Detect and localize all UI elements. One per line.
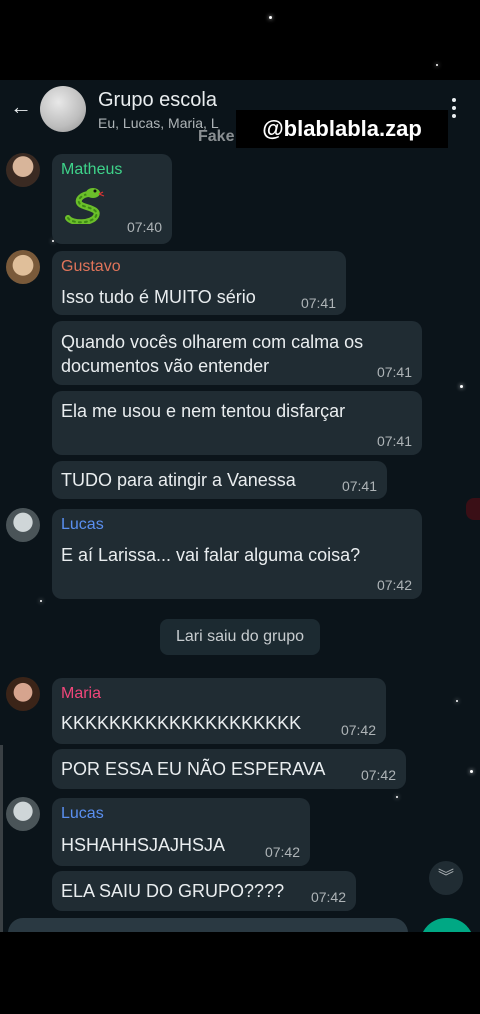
sparkle bbox=[396, 796, 398, 798]
message-time: 07:42 bbox=[340, 722, 376, 738]
message-time: 07:41 bbox=[341, 478, 377, 494]
sender-name: Maria bbox=[61, 685, 102, 702]
message-time: 07:42 bbox=[376, 577, 412, 593]
avatar[interactable] bbox=[6, 250, 40, 284]
message-text: HSHAHHSJAJHSJA bbox=[61, 835, 226, 855]
group-avatar[interactable] bbox=[40, 86, 86, 132]
message-text: documentos vão entender bbox=[61, 356, 270, 376]
overlay-text: Fake bbox=[198, 128, 235, 145]
message-time: 07:42 bbox=[360, 767, 396, 783]
system-message: Lari saiu do grupo bbox=[160, 619, 320, 655]
message-text: Quando vocês olharem com calma os bbox=[61, 332, 364, 352]
avatar[interactable] bbox=[6, 677, 40, 711]
sparkle bbox=[470, 770, 473, 773]
message-time: 07:41 bbox=[376, 364, 412, 380]
message-text: KKKKKKKKKKKKKKKKKKKK bbox=[61, 713, 302, 733]
message-text: POR ESSA EU NÃO ESPERAVA bbox=[61, 759, 326, 779]
sparkle bbox=[456, 700, 458, 702]
chat-screen: ← Grupo escola Eu, Lucas, Maria, L Fake … bbox=[0, 80, 480, 932]
sparkle bbox=[436, 64, 438, 66]
message-time: 07:42 bbox=[264, 844, 300, 860]
group-name[interactable]: Grupo escola bbox=[98, 89, 217, 112]
message-text: TUDO para atingir a Vanessa bbox=[61, 470, 296, 490]
edge-indicator bbox=[466, 498, 480, 520]
sender-name: Lucas bbox=[61, 516, 104, 533]
watermark: @blablabla.zap bbox=[236, 110, 448, 148]
message-bubble[interactable]: Lucas E aí Larissa... vai falar alguma c… bbox=[52, 509, 422, 599]
message-text: ELA SAIU DO GRUPO???? bbox=[61, 881, 285, 901]
video-bottom-band bbox=[0, 932, 480, 1014]
avatar[interactable] bbox=[6, 153, 40, 187]
message-text: Ela me usou e nem tentou disfarçar bbox=[61, 401, 346, 421]
message-time: 07:41 bbox=[300, 295, 336, 311]
message-input[interactable] bbox=[8, 918, 408, 932]
message-time: 07:40 bbox=[126, 219, 162, 235]
message-bubble[interactable]: Maria KKKKKKKKKKKKKKKKKKKK 07:42 bbox=[52, 678, 386, 744]
message-text: Isso tudo é MUITO sério bbox=[61, 287, 256, 307]
sender-name: Matheus bbox=[61, 161, 123, 178]
sparkle bbox=[40, 600, 42, 602]
message-bubble[interactable]: Ela me usou e nem tentou disfarçar 07:41 bbox=[52, 391, 422, 455]
avatar[interactable] bbox=[6, 508, 40, 542]
message-bubble[interactable]: Matheus 07:40 bbox=[52, 154, 172, 244]
divider bbox=[0, 745, 3, 932]
sparkle bbox=[269, 16, 272, 19]
message-time: 07:41 bbox=[376, 433, 412, 449]
message-time: 07:42 bbox=[310, 889, 346, 905]
chevron-double-down-icon[interactable]: ︾ bbox=[429, 861, 463, 895]
sender-name: Gustavo bbox=[61, 258, 121, 275]
message-bubble[interactable]: ELA SAIU DO GRUPO???? 07:42 bbox=[52, 871, 356, 911]
send-button[interactable] bbox=[420, 918, 474, 932]
avatar[interactable] bbox=[6, 797, 40, 831]
message-bubble[interactable]: Lucas HSHAHHSJAJHSJA 07:42 bbox=[52, 798, 310, 866]
more-vertical-icon[interactable] bbox=[448, 98, 460, 124]
snake-emoji bbox=[65, 188, 105, 224]
message-bubble[interactable]: TUDO para atingir a Vanessa 07:41 bbox=[52, 461, 387, 499]
message-bubble[interactable]: Gustavo Isso tudo é MUITO sério 07:41 bbox=[52, 251, 346, 315]
sparkle bbox=[460, 385, 463, 388]
video-top-band bbox=[0, 0, 480, 80]
message-bubble[interactable]: POR ESSA EU NÃO ESPERAVA 07:42 bbox=[52, 749, 406, 789]
message-bubble[interactable]: Quando vocês olharem com calma os docume… bbox=[52, 321, 422, 385]
message-text: E aí Larissa... vai falar alguma coisa? bbox=[61, 545, 361, 565]
chat-header: ← Grupo escola Eu, Lucas, Maria, L Fake … bbox=[0, 80, 480, 148]
sender-name: Lucas bbox=[61, 805, 104, 822]
arrow-left-icon[interactable]: ← bbox=[8, 94, 34, 120]
